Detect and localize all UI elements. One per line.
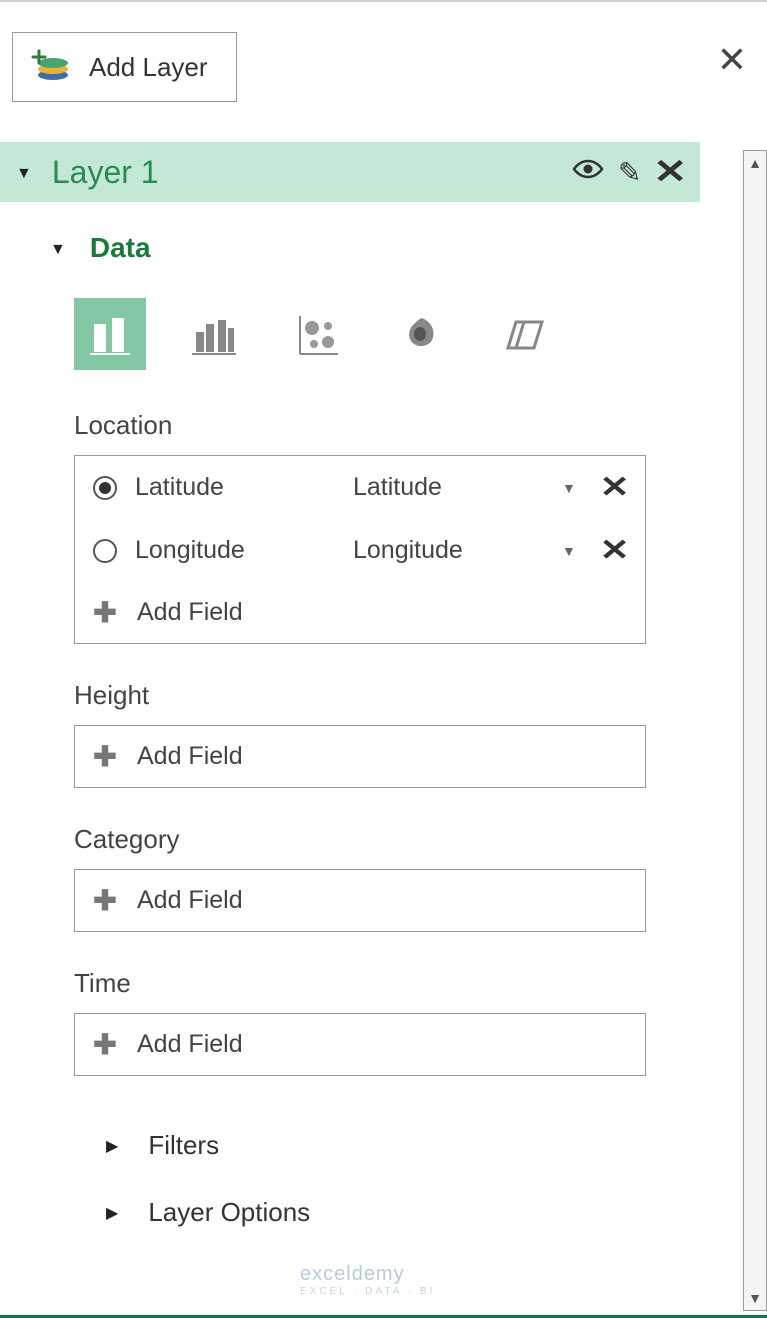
watermark-brand: exceldemy	[300, 1263, 405, 1285]
field-name: Latitude	[135, 473, 335, 502]
layer-expand-toggle[interactable]	[16, 161, 32, 184]
add-layer-label: Add Layer	[89, 52, 208, 83]
latitude-radio[interactable]	[93, 476, 117, 500]
add-layer-icon	[31, 47, 71, 87]
height-add-field[interactable]: ✚ Add Field	[75, 726, 645, 787]
close-panel-icon[interactable]: ✕	[717, 42, 747, 78]
time-field-well: ✚ Add Field	[74, 1013, 646, 1076]
remove-field-icon[interactable]: ✕	[599, 533, 629, 568]
chevron-right-icon	[106, 1201, 118, 1224]
remove-field-icon[interactable]: ✕	[599, 470, 629, 505]
vertical-scrollbar[interactable]: ▲ ▼	[743, 150, 767, 1311]
layer-title: Layer 1	[52, 154, 552, 191]
location-add-field[interactable]: ✚ Add Field	[75, 582, 645, 643]
viz-stacked-column[interactable]	[74, 298, 146, 370]
data-label: Data	[90, 232, 151, 264]
add-field-label: Add Field	[137, 886, 243, 915]
time-label: Time	[74, 968, 670, 999]
add-field-label: Add Field	[137, 1030, 243, 1059]
category-field-well: ✚ Add Field	[74, 869, 646, 932]
viz-type-row	[74, 298, 670, 370]
plus-icon: ✚	[93, 740, 117, 773]
category-add-field[interactable]: ✚ Add Field	[75, 870, 645, 931]
layer-actions: ✎ ✕	[572, 152, 684, 192]
scroll-down-icon[interactable]: ▼	[744, 1286, 766, 1310]
chevron-down-icon[interactable]: ▼	[554, 543, 584, 559]
filters-section[interactable]: Filters	[50, 1112, 670, 1179]
plus-icon: ✚	[93, 1028, 117, 1061]
field-type: Latitude	[353, 473, 536, 502]
filters-label: Filters	[148, 1130, 219, 1161]
viz-region[interactable]	[490, 298, 562, 370]
add-field-label: Add Field	[137, 598, 243, 627]
category-label: Category	[74, 824, 670, 855]
chevron-right-icon	[106, 1134, 118, 1157]
plus-icon: ✚	[93, 884, 117, 917]
watermark-tagline: EXCEL · DATA · BI	[300, 1286, 435, 1297]
layer-header: Layer 1 ✎ ✕	[0, 142, 700, 202]
data-expand-toggle[interactable]	[50, 237, 66, 260]
scroll-up-icon[interactable]: ▲	[744, 151, 766, 175]
layer-options-label: Layer Options	[148, 1197, 310, 1228]
layer-options-section[interactable]: Layer Options	[50, 1179, 670, 1246]
eye-icon[interactable]	[572, 155, 604, 190]
location-field-row: Longitude Longitude ▼ ✕	[75, 519, 645, 582]
delete-layer-icon[interactable]: ✕	[653, 152, 687, 192]
viz-clustered-column[interactable]	[178, 298, 250, 370]
field-type: Longitude	[353, 536, 536, 565]
pencil-icon[interactable]: ✎	[618, 156, 641, 189]
chevron-down-icon[interactable]: ▼	[554, 480, 584, 496]
time-add-field[interactable]: ✚ Add Field	[75, 1014, 645, 1075]
location-field-row: Latitude Latitude ▼ ✕	[75, 456, 645, 519]
plus-icon: ✚	[93, 596, 117, 629]
location-label: Location	[74, 410, 670, 441]
viz-heatmap[interactable]	[386, 298, 458, 370]
add-field-label: Add Field	[137, 742, 243, 771]
height-label: Height	[74, 680, 670, 711]
height-field-well: ✚ Add Field	[74, 725, 646, 788]
watermark: exceldemy EXCEL · DATA · BI	[300, 1263, 435, 1297]
location-field-well: Latitude Latitude ▼ ✕ Longitude Longitud…	[74, 455, 646, 644]
add-layer-button[interactable]: Add Layer	[12, 32, 237, 102]
data-section-header[interactable]: Data	[50, 232, 670, 264]
longitude-radio[interactable]	[93, 539, 117, 563]
field-name: Longitude	[135, 536, 335, 565]
viz-bubble[interactable]	[282, 298, 354, 370]
